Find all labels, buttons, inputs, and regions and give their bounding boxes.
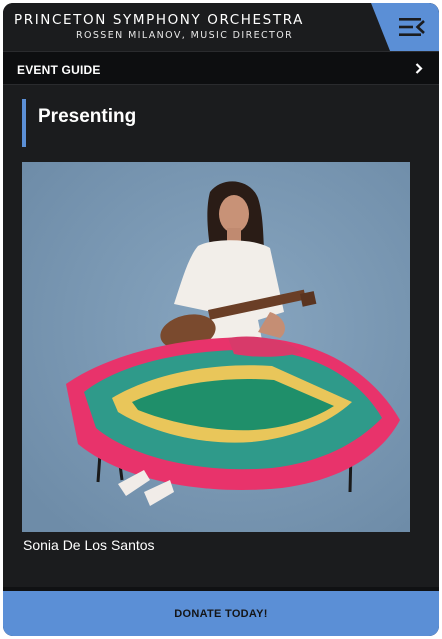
chevron-right-icon xyxy=(415,63,423,74)
app-frame: PRINCETON SYMPHONY ORCHESTRA ROSSEN MILA… xyxy=(3,3,439,636)
menu-button[interactable] xyxy=(371,3,439,51)
performer-illustration xyxy=(22,162,410,532)
section-heading: Presenting xyxy=(22,99,136,147)
section-title: Presenting xyxy=(38,106,137,127)
performer-name: Sonia De Los Santos xyxy=(23,537,155,553)
donate-button[interactable]: DONATE TODAY! xyxy=(3,587,439,636)
brand-subtitle: ROSSEN MILANOV, MUSIC DIRECTOR xyxy=(76,30,294,41)
donate-button-label: DONATE TODAY! xyxy=(174,607,268,620)
event-guide-bar[interactable]: EVENT GUIDE xyxy=(3,51,439,85)
event-guide-label: EVENT GUIDE xyxy=(17,63,101,77)
main-content: Presenting Sonia De Los Santos xyxy=(3,85,439,587)
site-header: PRINCETON SYMPHONY ORCHESTRA ROSSEN MILA… xyxy=(3,3,439,51)
menu-collapse-icon xyxy=(399,18,425,36)
brand-title[interactable]: PRINCETON SYMPHONY ORCHESTRA xyxy=(14,12,304,28)
performer-photo xyxy=(22,162,410,532)
